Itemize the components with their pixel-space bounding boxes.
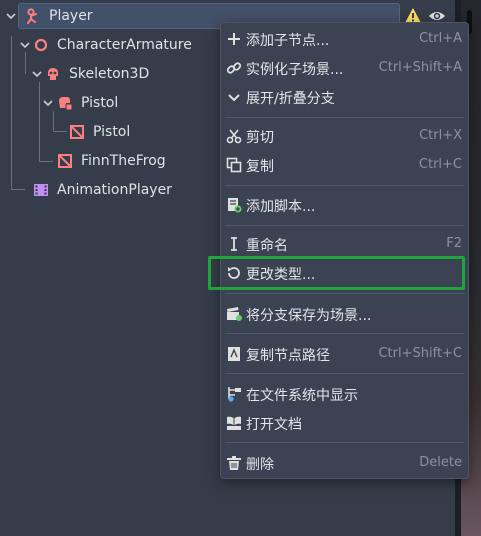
menu-item-label: 展开/折叠分支 — [246, 91, 335, 107]
tree-guide-line — [25, 52, 26, 74]
tree-node-label: Player — [49, 8, 93, 24]
tree-row-animationplayer[interactable]: AnimationPlayer — [33, 177, 172, 203]
menu-item-copy[interactable]: 复制 Ctrl+C — [221, 151, 468, 179]
context-menu: 添加子节点... Ctrl+A 实例化子场景... Ctrl+Shift+A 展… — [220, 22, 469, 479]
player-node-icon — [27, 8, 37, 24]
tree-guide-line — [39, 82, 40, 162]
menu-item-instantiate-child-scene[interactable]: 实例化子场景... Ctrl+Shift+A — [221, 54, 468, 82]
skull-icon — [48, 68, 58, 80]
tree-node-label: Pistol — [93, 124, 131, 140]
menu-item-label: 添加子节点... — [246, 33, 330, 49]
tree-guide-line — [11, 36, 12, 190]
menu-separator — [225, 373, 464, 374]
tree-row-finnthefrog[interactable]: FinnTheFrog — [57, 148, 166, 174]
scene-instance-icon — [59, 97, 73, 111]
menu-item-shortcut: F2 — [446, 236, 462, 251]
menu-item-label: 重命名 — [246, 238, 288, 254]
menu-item-label: 复制节点路径 — [246, 348, 330, 364]
menu-item-label: 删除 — [246, 457, 274, 473]
menu-item-rename[interactable]: 重命名 F2 — [221, 230, 468, 258]
tree-node-label: CharacterArmature — [57, 37, 192, 53]
trash-icon — [227, 456, 241, 470]
tree-row-skeleton3d[interactable]: Skeleton3D — [45, 61, 149, 87]
menu-item-expand-collapse-branch[interactable]: 展开/折叠分支 — [221, 83, 468, 111]
scissors-icon — [226, 129, 242, 144]
chevron-down-icon — [228, 94, 240, 102]
menu-item-shortcut: Delete — [419, 455, 462, 470]
menu-item-label: 剪切 — [246, 130, 274, 146]
mesh-instance-icon — [70, 125, 84, 139]
menu-item-label: 打开文档 — [246, 417, 302, 433]
menu-item-delete[interactable]: 删除 Delete — [221, 449, 468, 477]
menu-separator — [225, 225, 464, 226]
menu-item-shortcut: Ctrl+X — [419, 128, 462, 143]
menu-item-label: 复制 — [246, 159, 274, 175]
menu-item-label: 添加脚本... — [246, 199, 316, 215]
tree-guide-line — [53, 131, 67, 132]
menu-item-copy-node-path[interactable]: 复制节点路径 Ctrl+Shift+C — [221, 340, 468, 368]
tree-row-characterarmature[interactable]: CharacterArmature — [33, 32, 192, 58]
filesystem-icon — [228, 387, 241, 402]
tree-row-pistol-mesh[interactable]: Pistol — [69, 119, 130, 145]
node3d-circle-icon — [34, 38, 48, 52]
menu-item-save-branch-as-scene[interactable]: 将分支保存为场景... — [221, 300, 468, 328]
menu-item-label: 实例化子场景... — [246, 62, 344, 78]
menu-separator — [225, 293, 464, 294]
annotation-highlight-box — [208, 256, 465, 290]
book-icon — [227, 416, 241, 430]
menu-item-shortcut: Ctrl+A — [419, 31, 462, 46]
clapper-icon — [227, 307, 242, 321]
tree-guide-line — [53, 111, 54, 132]
chevron-down-icon[interactable] — [31, 68, 43, 80]
path-copy-icon — [228, 347, 240, 361]
tree-node-label: Skeleton3D — [69, 66, 150, 82]
animation-player-icon — [34, 184, 48, 196]
menu-item-show-in-filesystem[interactable]: 在文件系统中显示 — [221, 380, 468, 408]
chevron-down-icon[interactable] — [42, 97, 54, 109]
menu-separator — [225, 442, 464, 443]
menu-item-label: 在文件系统中显示 — [246, 388, 358, 404]
plus-icon — [228, 33, 240, 45]
rename-icon — [231, 237, 237, 251]
menu-separator — [225, 185, 464, 186]
tree-row-pistol-scene[interactable]: Pistol — [57, 90, 118, 116]
chevron-down-icon[interactable] — [5, 10, 17, 22]
tree-guide-line — [11, 189, 25, 190]
tree-guide-line — [39, 161, 53, 162]
menu-item-attach-script[interactable]: 添加脚本... — [221, 191, 468, 219]
tree-node-label: FinnTheFrog — [81, 153, 166, 169]
tree-node-label: Pistol — [81, 95, 119, 111]
menu-item-shortcut: Ctrl+C — [418, 157, 462, 172]
menu-item-shortcut: Ctrl+Shift+A — [378, 60, 462, 75]
menu-item-open-documentation[interactable]: 打开文档 — [221, 409, 468, 437]
tree-node-label: AnimationPlayer — [57, 182, 172, 198]
menu-separator — [225, 333, 464, 334]
link-icon — [226, 62, 242, 74]
copy-icon — [226, 157, 242, 173]
chevron-down-icon[interactable] — [19, 39, 31, 51]
mesh-instance-icon — [58, 154, 72, 168]
menu-item-add-child-node[interactable]: 添加子节点... Ctrl+A — [221, 25, 468, 53]
menu-separator — [225, 117, 464, 118]
menu-item-cut[interactable]: 剪切 Ctrl+X — [221, 122, 468, 150]
menu-item-shortcut: Ctrl+Shift+C — [378, 346, 462, 361]
script-add-icon — [228, 198, 242, 213]
menu-item-label: 将分支保存为场景... — [246, 308, 372, 324]
